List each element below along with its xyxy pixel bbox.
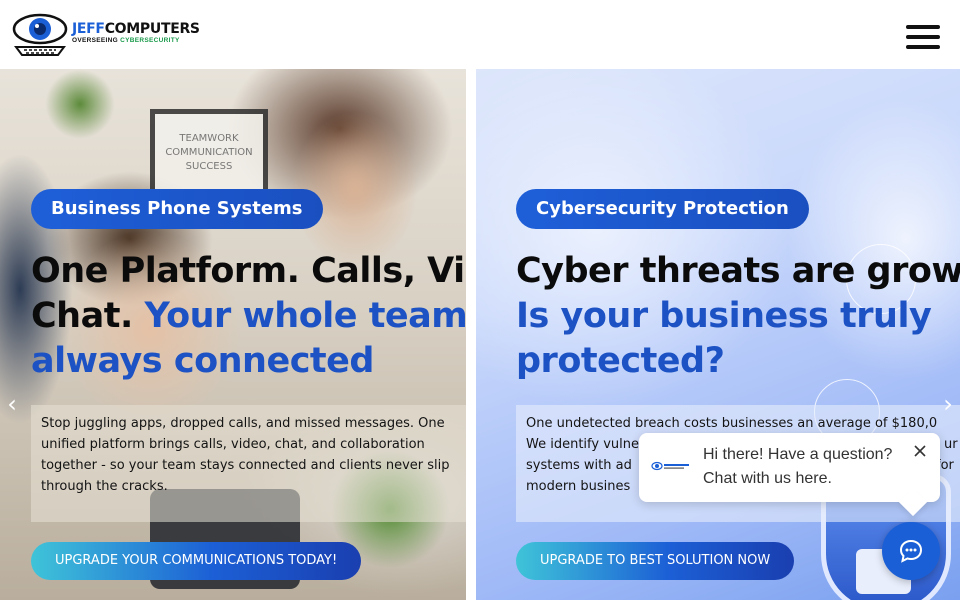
hamburger-line [906, 45, 940, 49]
description-line: One undetected breach costs businesses a… [526, 416, 938, 431]
description-line: through the cracks. [41, 479, 168, 494]
plant-decoration [45, 69, 115, 139]
description-text: ur [944, 437, 958, 452]
upgrade-solution-button[interactable]: UPGRADE TO BEST SOLUTION NOW [516, 542, 795, 580]
site-logo[interactable]: JEFFCOMPUTERS OVERSEEING CYBERSECURITY [10, 9, 200, 57]
company-logo-icon [651, 461, 689, 471]
eye-logo-icon [12, 13, 68, 56]
headline-line: One Platform. Calls, Video [31, 251, 466, 291]
hero-slider: TEAMWORK COMMUNICATION SUCCESS Business … [0, 69, 960, 600]
next-slide-arrow-icon[interactable]: › [936, 389, 960, 419]
board-line: TEAMWORK [179, 133, 239, 144]
slide-badge: Cybersecurity Protection [516, 189, 809, 229]
logo-tagline: OVERSEEING CYBERSECURITY [72, 36, 200, 45]
upgrade-communications-button[interactable]: UPGRADE YOUR COMMUNICATIONS TODAY! [31, 542, 362, 580]
logo-tagline-part2: CYBERSECURITY [120, 36, 180, 44]
slide-description: Stop juggling apps, dropped calls, and m… [31, 405, 466, 522]
description-line: together - so your team stays connected … [41, 458, 450, 473]
logo-text: JEFFCOMPUTERS OVERSEEING CYBERSECURITY [72, 22, 200, 45]
chat-greeting-line: Hi there! Have a question? [703, 446, 893, 463]
description-text: systems with ad [526, 458, 632, 473]
slide-headline: Cyber threats are growing Is your busine… [516, 249, 960, 384]
chat-greeting-line: Chat with us here. [703, 470, 832, 487]
description-line: Stop juggling apps, dropped calls, and m… [41, 416, 445, 431]
board-line: SUCCESS [185, 161, 233, 172]
chat-launcher-button[interactable] [882, 522, 940, 580]
logo-brand-jeff: JEFF [72, 20, 105, 37]
logo-brand: JEFFCOMPUTERS [72, 22, 200, 36]
hamburger-icon[interactable] [906, 25, 940, 49]
description-line: unified platform brings calls, video, ch… [41, 437, 425, 452]
chat-greeting: Hi there! Have a question? Chat with us … [703, 443, 892, 491]
headline-line: Cyber threats are growing [516, 251, 960, 291]
headline-line: Chat. [31, 296, 145, 336]
logo-tagline-part1: OVERSEEING [72, 36, 121, 44]
logo-brand-computers: COMPUTERS [104, 20, 200, 37]
slide-cybersecurity: Cybersecurity Protection Cyber threats a… [476, 69, 960, 600]
chat-popup[interactable]: Hi there! Have a question? Chat with us … [639, 433, 940, 502]
hamburger-line [906, 25, 940, 29]
slide-headline: One Platform. Calls, Video Chat. Your wh… [31, 249, 466, 384]
close-icon[interactable] [912, 443, 928, 459]
description-text: We identify vulne [526, 437, 639, 452]
headline-highlight: Your whole team [144, 296, 466, 336]
hamburger-line [906, 35, 940, 39]
slide-badge: Business Phone Systems [31, 189, 323, 229]
headline-highlight: protected? [516, 341, 725, 381]
headline-highlight: always connected [31, 341, 374, 381]
slide-business-phone: TEAMWORK COMMUNICATION SUCCESS Business … [0, 69, 466, 600]
headline-highlight: Is your business truly [516, 296, 932, 336]
chat-bubble-icon [899, 539, 923, 563]
previous-slide-arrow-icon[interactable]: ‹ [0, 389, 24, 419]
board-line: COMMUNICATION [165, 147, 253, 158]
site-header: JEFFCOMPUTERS OVERSEEING CYBERSECURITY [0, 0, 960, 69]
